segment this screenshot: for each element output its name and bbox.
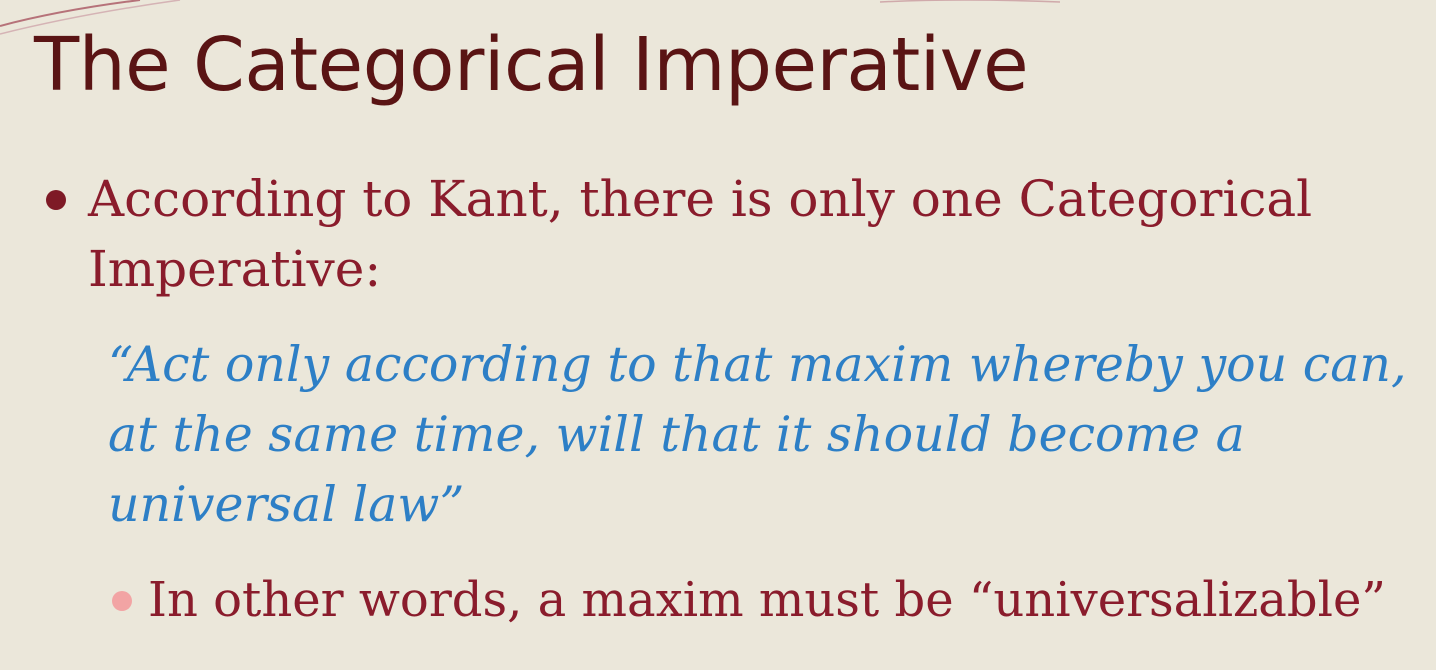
swoosh-line-3 xyxy=(879,0,1061,3)
bullet-text-universalizable: In other words, a maxim must be “univers… xyxy=(148,572,1386,628)
round-bullet-icon xyxy=(112,591,132,611)
round-bullet-icon xyxy=(46,190,66,210)
slide-title: The Categorical Imperative xyxy=(34,22,1029,108)
categorical-imperative-quote: “Act only according to that maxim whereb… xyxy=(108,336,1407,533)
bullet-text-kant: According to Kant, there is only one Cat… xyxy=(88,170,1313,298)
slide: The Categorical Imperative According to … xyxy=(0,0,1436,670)
